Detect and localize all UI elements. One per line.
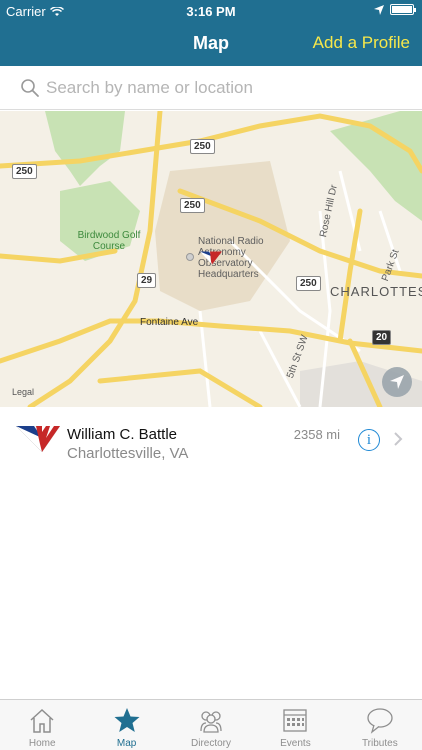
info-button[interactable]: i bbox=[358, 429, 380, 451]
tab-tributes[interactable]: Tributes bbox=[338, 700, 422, 750]
map-view[interactable]: Birdwood Golf Course National Radio Astr… bbox=[0, 111, 422, 407]
location-arrow-icon bbox=[374, 4, 384, 15]
battery-icon bbox=[390, 4, 416, 15]
map-label-fontaine: Fontaine Ave bbox=[140, 317, 199, 328]
profile-distance: 2358 mi bbox=[293, 427, 340, 442]
map-label-city: CHARLOTTES bbox=[330, 284, 422, 299]
route-shield: 29 bbox=[137, 273, 157, 288]
profile-location: Charlottesville, VA bbox=[67, 445, 189, 462]
speech-bubble-icon bbox=[367, 708, 393, 734]
route-shield: 20 bbox=[372, 330, 392, 345]
location-arrow-icon bbox=[390, 375, 404, 389]
flag-icon bbox=[200, 251, 222, 265]
location-button[interactable] bbox=[382, 367, 412, 397]
tab-map[interactable]: Map bbox=[84, 700, 168, 750]
route-shield: 250 bbox=[190, 139, 215, 154]
list-item[interactable]: William C. Battle Charlottesville, VA 23… bbox=[0, 410, 422, 470]
search-bar bbox=[0, 66, 422, 110]
tab-events[interactable]: Events bbox=[253, 700, 337, 750]
tab-home[interactable]: Home bbox=[0, 700, 84, 750]
tab-label: Map bbox=[116, 738, 137, 749]
status-right bbox=[374, 4, 416, 15]
star-icon bbox=[114, 708, 140, 732]
app-root: Carrier 3:16 PM Map Add a Profile Search… bbox=[0, 0, 422, 750]
home-icon bbox=[30, 708, 54, 733]
nav-bar: Map Add a Profile bbox=[0, 22, 422, 66]
add-profile-button[interactable]: Add a Profile bbox=[313, 33, 410, 53]
tab-bar: Home Map Directory Events Tributes bbox=[0, 699, 422, 750]
map-pin[interactable] bbox=[200, 251, 222, 265]
search-input[interactable] bbox=[46, 74, 406, 102]
route-shield: 250 bbox=[296, 276, 321, 291]
chevron-right-icon bbox=[394, 432, 403, 446]
place-dot bbox=[186, 253, 194, 261]
map-legal-link[interactable]: Legal bbox=[12, 387, 34, 397]
route-shield: 250 bbox=[180, 198, 205, 213]
map-label-golf: Birdwood Golf Course bbox=[77, 230, 141, 252]
tab-directory[interactable]: Directory bbox=[169, 700, 253, 750]
status-bar: Carrier 3:16 PM bbox=[0, 0, 422, 22]
tab-label: Tributes bbox=[361, 738, 398, 749]
top-bar: Carrier 3:16 PM Map Add a Profile bbox=[0, 0, 422, 66]
profile-name: William C. Battle bbox=[67, 426, 178, 443]
tab-label: Events bbox=[280, 738, 311, 749]
calendar-icon bbox=[283, 709, 308, 732]
tab-label: Directory bbox=[191, 738, 232, 749]
flag-icon bbox=[16, 426, 60, 452]
status-time: 3:16 PM bbox=[186, 4, 236, 19]
tab-label: Home bbox=[28, 738, 56, 749]
search-icon bbox=[21, 79, 39, 97]
people-icon bbox=[200, 711, 222, 733]
route-shield: 250 bbox=[12, 164, 37, 179]
